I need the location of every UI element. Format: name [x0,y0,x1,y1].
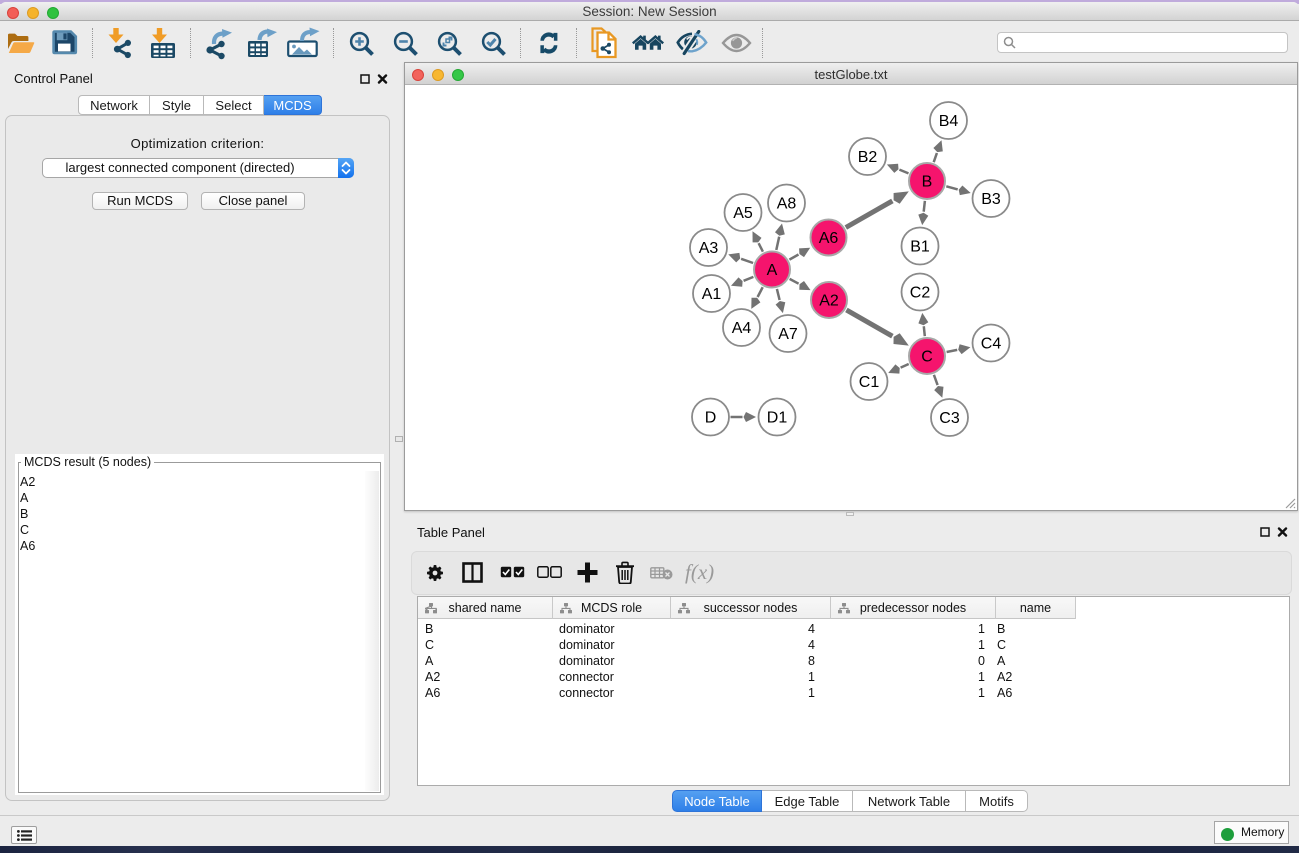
svg-text:D1: D1 [767,410,788,427]
svg-text:B3: B3 [981,191,1001,208]
svg-text:B1: B1 [910,239,930,256]
svg-text:B2: B2 [858,149,878,166]
svg-text:C2: C2 [910,285,931,302]
svg-text:A8: A8 [777,196,797,213]
svg-text:A1: A1 [702,286,722,303]
svg-text:A6: A6 [819,230,839,247]
svg-text:A2: A2 [819,293,839,310]
svg-text:B4: B4 [939,113,959,130]
svg-text:A4: A4 [732,320,752,337]
svg-text:C: C [921,349,933,366]
svg-text:C4: C4 [981,336,1002,353]
svg-text:A5: A5 [733,205,753,222]
svg-text:A7: A7 [778,326,798,343]
svg-text:C3: C3 [939,410,960,427]
svg-text:C1: C1 [859,374,880,391]
svg-text:A3: A3 [699,240,719,257]
svg-text:D: D [705,410,717,427]
svg-text:B: B [922,174,933,191]
svg-text:A: A [767,262,778,279]
